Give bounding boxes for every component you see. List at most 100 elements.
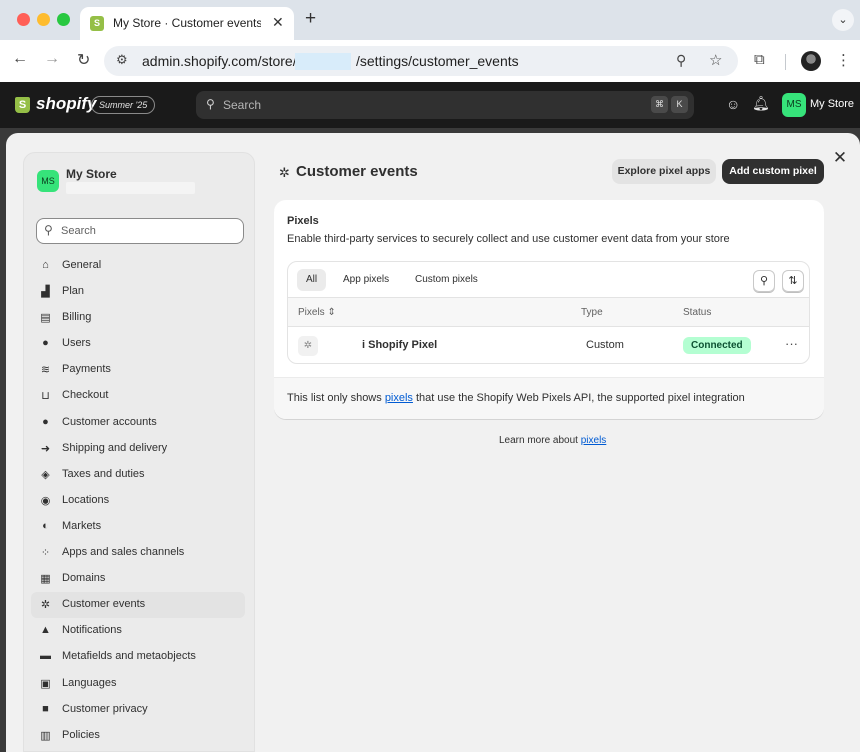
- payments-icon: ≋: [40, 364, 51, 377]
- column-header-type: Type: [581, 307, 603, 318]
- zoom-icon[interactable]: ⚲: [676, 52, 686, 69]
- sidebar-item-label: Shipping and delivery: [62, 441, 168, 454]
- browser-menu-icon[interactable]: ⋮: [836, 51, 851, 69]
- settings-sidebar: MS My Store ⚲ ⌂ General ▟ Plan ▤ Billing ● U…: [23, 152, 255, 752]
- tab-app-pixels[interactable]: App pixels: [334, 269, 398, 291]
- window-minimize-button[interactable]: [37, 13, 50, 26]
- sidebar-item-label: Languages: [62, 676, 117, 689]
- sidebar-item-billing[interactable]: ▤ Billing: [31, 305, 245, 331]
- forward-arrow-icon[interactable]: →: [44, 50, 60, 68]
- more-actions-icon[interactable]: ···: [785, 336, 798, 351]
- table-row[interactable]: ✲ i Shopify Pixel Custom Connected ···: [288, 327, 809, 363]
- global-search-input[interactable]: ⚲ Search ⌘ K: [196, 91, 694, 119]
- tab-title: My Store · Customer events ·: [113, 16, 261, 30]
- bookmark-star-icon[interactable]: ☆: [709, 51, 722, 69]
- truck-icon: ➜: [40, 442, 51, 455]
- bell-icon: ▲: [40, 624, 51, 637]
- sidebar-item-notifications[interactable]: ▲ Notifications: [31, 618, 245, 644]
- back-arrow-icon[interactable]: ←: [12, 50, 28, 68]
- apps-icon: ⁘: [40, 547, 51, 560]
- shortcut-k-key: K: [671, 96, 688, 113]
- sidebar-item-languages[interactable]: ▣ Languages: [31, 671, 245, 697]
- settings-search-input[interactable]: [61, 222, 239, 240]
- url-prefix: admin.shopify.com/store/: [142, 53, 297, 69]
- sparkle-icon: ✲: [279, 165, 290, 180]
- add-custom-pixel-button[interactable]: Add custom pixel: [722, 159, 824, 184]
- sidebar-item-label: Customer events: [62, 598, 146, 611]
- learn-more-label: Learn more about: [499, 435, 581, 446]
- sidebar-item-customer-privacy[interactable]: ■ Customer privacy: [31, 697, 245, 723]
- sidebar-item-label: Customer accounts: [62, 415, 157, 428]
- sidebar-item-label: Locations: [62, 493, 110, 506]
- card-title: Pixels: [287, 215, 319, 227]
- url-field[interactable]: ⚙ admin.shopify.com/store/ /settings/cus…: [104, 46, 738, 76]
- table-search-icon[interactable]: ⚲: [753, 270, 775, 292]
- shopify-bag-icon: S: [15, 97, 30, 113]
- sidebar-item-label: Billing: [62, 311, 92, 324]
- window-close-button[interactable]: [17, 13, 30, 26]
- sidebar-item-locations[interactable]: ◉ Locations: [31, 488, 245, 514]
- notifications-bell-icon[interactable]: 🔔︎: [752, 95, 770, 112]
- sidebar-item-plan[interactable]: ▟ Plan: [31, 279, 245, 305]
- shopify-topbar: S shopify Summer '25 ⚲ Search ⌘ K ☺ 🔔︎ M…: [0, 82, 860, 128]
- site-settings-icon[interactable]: ⚙: [116, 52, 128, 68]
- sidebar-item-general[interactable]: ⌂ General: [31, 253, 245, 279]
- pixels-table: All App pixels Custom pixels ⚲ ⇅ Pixels …: [287, 261, 810, 364]
- profile-avatar[interactable]: [801, 51, 821, 71]
- sidebar-item-markets[interactable]: ◐ Markets: [31, 514, 245, 540]
- sidebar-item-label: General: [62, 259, 102, 271]
- language-icon: ▣: [40, 677, 51, 690]
- extensions-icon[interactable]: ⧉: [754, 51, 765, 68]
- sidebar-item-label: Payments: [62, 363, 111, 376]
- cart-icon: ⊔: [41, 390, 50, 403]
- sidebar-item-apps[interactable]: ⁘ Apps and sales channels: [31, 540, 245, 566]
- sidebar-item-label: Markets: [62, 519, 102, 532]
- sidebar-item-users[interactable]: ● Users: [31, 331, 245, 357]
- sidebar-item-customer-accounts[interactable]: ● Customer accounts: [31, 410, 245, 436]
- sidebar-item-metafields[interactable]: ▬ Metafields and metaobjects: [31, 644, 245, 670]
- column-header-status: Status: [683, 307, 712, 318]
- table-sort-icon[interactable]: ⇅: [782, 270, 804, 292]
- sidebar-item-domains[interactable]: ▦ Domains: [31, 566, 245, 592]
- store-menu-name[interactable]: My Store: [810, 98, 854, 110]
- store-name: My Store: [66, 167, 117, 181]
- sidebar-item-taxes[interactable]: ◈ Taxes and duties: [31, 462, 245, 488]
- card-footer: This list only shows pixels that use the…: [274, 377, 824, 419]
- footer-text-after: that use the Shopify Web Pixels API, the…: [412, 392, 745, 404]
- page-title: Customer events: [296, 163, 418, 180]
- sidebar-item-label: Customer privacy: [62, 702, 148, 715]
- sidebar-item-checkout[interactable]: ⊔ Checkout: [31, 383, 245, 409]
- modal-close-icon[interactable]: ✕: [827, 148, 853, 170]
- tab-custom-pixels[interactable]: Custom pixels: [406, 269, 487, 291]
- browser-tab[interactable]: S My Store · Customer events · ✕: [80, 7, 294, 40]
- window-maximize-button[interactable]: [57, 13, 70, 26]
- filter-tabs: All App pixels Custom pixels ⚲ ⇅: [288, 262, 809, 298]
- tax-icon: ◈: [41, 468, 50, 481]
- sidebar-item-shipping[interactable]: ➜ Shipping and delivery: [31, 436, 245, 462]
- sidebar-item-label: Taxes and duties: [62, 467, 145, 480]
- plan-icon: ▟: [41, 286, 50, 299]
- shopify-logo-text[interactable]: shopify: [36, 94, 96, 114]
- sidebar-item-customer-events[interactable]: ✲ Customer events: [31, 592, 245, 619]
- new-tab-icon[interactable]: +: [305, 8, 316, 30]
- sidebar-item-policies[interactable]: ▥ Policies: [31, 723, 245, 749]
- column-header-pixels[interactable]: Pixels ⇕: [298, 307, 336, 318]
- store-avatar[interactable]: MS: [782, 93, 806, 117]
- sidebar-item-label: Plan: [62, 285, 85, 298]
- explore-pixel-apps-button[interactable]: Explore pixel apps: [612, 159, 716, 184]
- domain-icon: ▦: [40, 573, 51, 586]
- sidekick-icon[interactable]: ☺: [726, 96, 740, 112]
- edition-badge[interactable]: Summer '25: [91, 96, 156, 114]
- sidebar-item-label: Checkout: [62, 389, 109, 402]
- tab-close-icon[interactable]: ✕: [272, 14, 284, 31]
- sidebar-item-payments[interactable]: ≋ Payments: [31, 357, 245, 383]
- column-header-label: Pixels: [298, 307, 325, 318]
- pixels-link[interactable]: pixels: [385, 392, 413, 404]
- reload-icon[interactable]: ↻: [77, 50, 90, 70]
- pixel-name[interactable]: i Shopify Pixel: [362, 339, 437, 351]
- store-avatar: MS: [37, 170, 59, 192]
- tab-all[interactable]: All: [297, 269, 327, 291]
- settings-search[interactable]: ⚲: [36, 218, 244, 244]
- learn-more-pixels-link[interactable]: pixels: [581, 435, 607, 446]
- tab-search-chevron-icon[interactable]: ⌄: [832, 9, 854, 31]
